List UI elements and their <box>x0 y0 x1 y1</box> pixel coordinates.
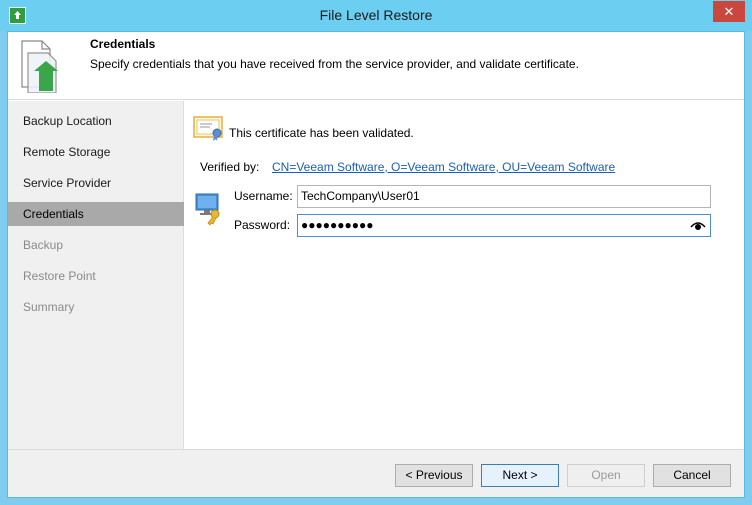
username-input[interactable]: TechCompany\User01 <box>297 185 711 208</box>
wizard-header: Credentials Specify credentials that you… <box>8 32 744 100</box>
header-title: Credentials <box>90 37 156 51</box>
sidebar-item-backup: Backup <box>23 238 64 252</box>
sidebar-item-credentials[interactable]: Credentials <box>8 202 184 226</box>
show-password-eye-icon[interactable] <box>690 220 706 234</box>
password-label: Password: <box>234 218 291 232</box>
header-description: Specify credentials that you have receiv… <box>90 57 579 71</box>
wizard-footer: < Previous Next > Open Cancel <box>8 449 744 497</box>
sidebar-item-restore-point: Restore Point <box>23 269 96 283</box>
open-button: Open <box>567 464 645 487</box>
file-level-restore-window: File Level Restore ✕ Credentials Specify… <box>0 0 752 505</box>
wizard-client-area: Credentials Specify credentials that you… <box>7 31 745 498</box>
cancel-button[interactable]: Cancel <box>653 464 731 487</box>
verified-by-label: Verified by: <box>200 160 260 174</box>
wizard-steps-sidebar: Backup Location Remote Storage Service P… <box>8 101 184 449</box>
window-title: File Level Restore <box>319 7 433 23</box>
previous-button[interactable]: < Previous <box>395 464 473 487</box>
credentials-key-icon <box>195 192 225 229</box>
sidebar-item-summary: Summary <box>23 300 75 314</box>
sidebar-item-service-provider[interactable]: Service Provider <box>8 171 184 195</box>
credentials-panel: This certificate has been validated. Ver… <box>185 101 744 449</box>
password-input[interactable]: ●●●●●●●●●● <box>297 214 711 237</box>
sidebar-item-remote-storage[interactable]: Remote Storage <box>8 140 184 164</box>
username-label: Username: <box>234 189 293 203</box>
close-button[interactable]: ✕ <box>713 1 745 22</box>
sidebar-item-backup-location[interactable]: Backup Location <box>8 109 184 133</box>
file-restore-icon <box>18 39 68 96</box>
certificate-status-text: This certificate has been validated. <box>229 126 414 140</box>
certificate-icon <box>193 114 227 145</box>
next-button[interactable]: Next > <box>481 464 559 487</box>
title-bar[interactable]: File Level Restore ✕ <box>0 0 752 31</box>
verified-by-link[interactable]: CN=Veeam Software, O=Veeam Software, OU=… <box>272 160 615 174</box>
